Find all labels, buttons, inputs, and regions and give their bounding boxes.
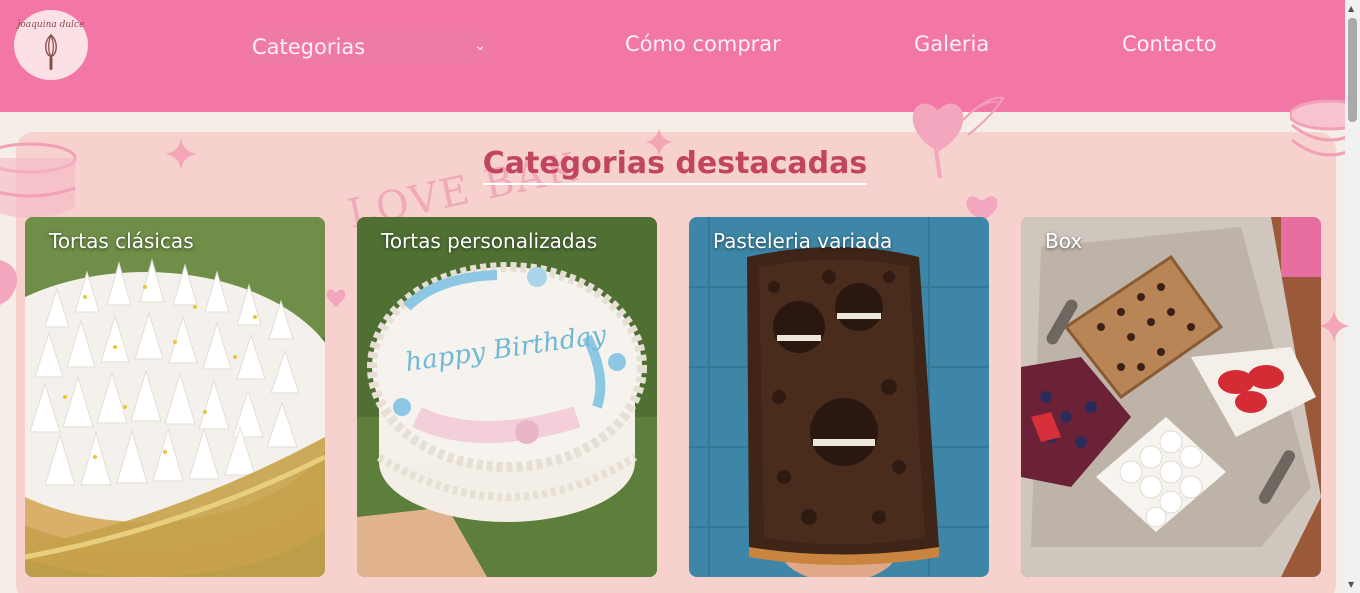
category-card-custom-cakes[interactable]: happy Birthday Tortas personalizadas [357,217,657,577]
nav-gallery[interactable]: Galeria [914,32,989,56]
section-title: Categorias destacadas [0,146,1350,185]
header-wave [0,78,1345,109]
scroll-up-icon[interactable]: ▲ [1348,4,1354,13]
category-card-label: Box [1045,229,1083,253]
category-card-assorted-pastry[interactable]: Pasteleria variada [689,217,989,577]
whisk-icon [0,260,18,305]
heart-icon [326,289,346,307]
classic-cake-image [25,217,325,577]
whisk-icon [45,33,57,70]
category-card-label: Tortas personalizadas [381,229,598,253]
categories-select-value: Categorias [252,35,366,59]
dessert-box-image [1021,217,1321,577]
nav-contact[interactable]: Contacto [1122,32,1217,56]
brand-logo[interactable]: joaquina dulce [14,10,88,80]
sparkle-icon [1318,310,1350,342]
chevron-down-icon: ⌄ [474,38,486,54]
page-scrollbar[interactable]: ▲ ▼ [1345,0,1360,593]
scroll-down-icon[interactable]: ▼ [1348,580,1354,589]
category-card-box[interactable]: Box [1021,217,1321,577]
category-card-label: Tortas clásicas [49,229,194,253]
custom-cake-image: happy Birthday [357,217,657,577]
nav-how-to-buy[interactable]: Cómo comprar [625,32,781,56]
scrollbar-thumb[interactable] [1348,18,1357,122]
logo-text: joaquina dulce [17,20,85,30]
category-card-label: Pasteleria variada [713,229,893,253]
category-card-classic-cakes[interactable]: Tortas clásicas [25,217,325,577]
assorted-pastry-image [689,217,989,577]
categories-select[interactable]: Categorias ⌄ [246,30,492,64]
